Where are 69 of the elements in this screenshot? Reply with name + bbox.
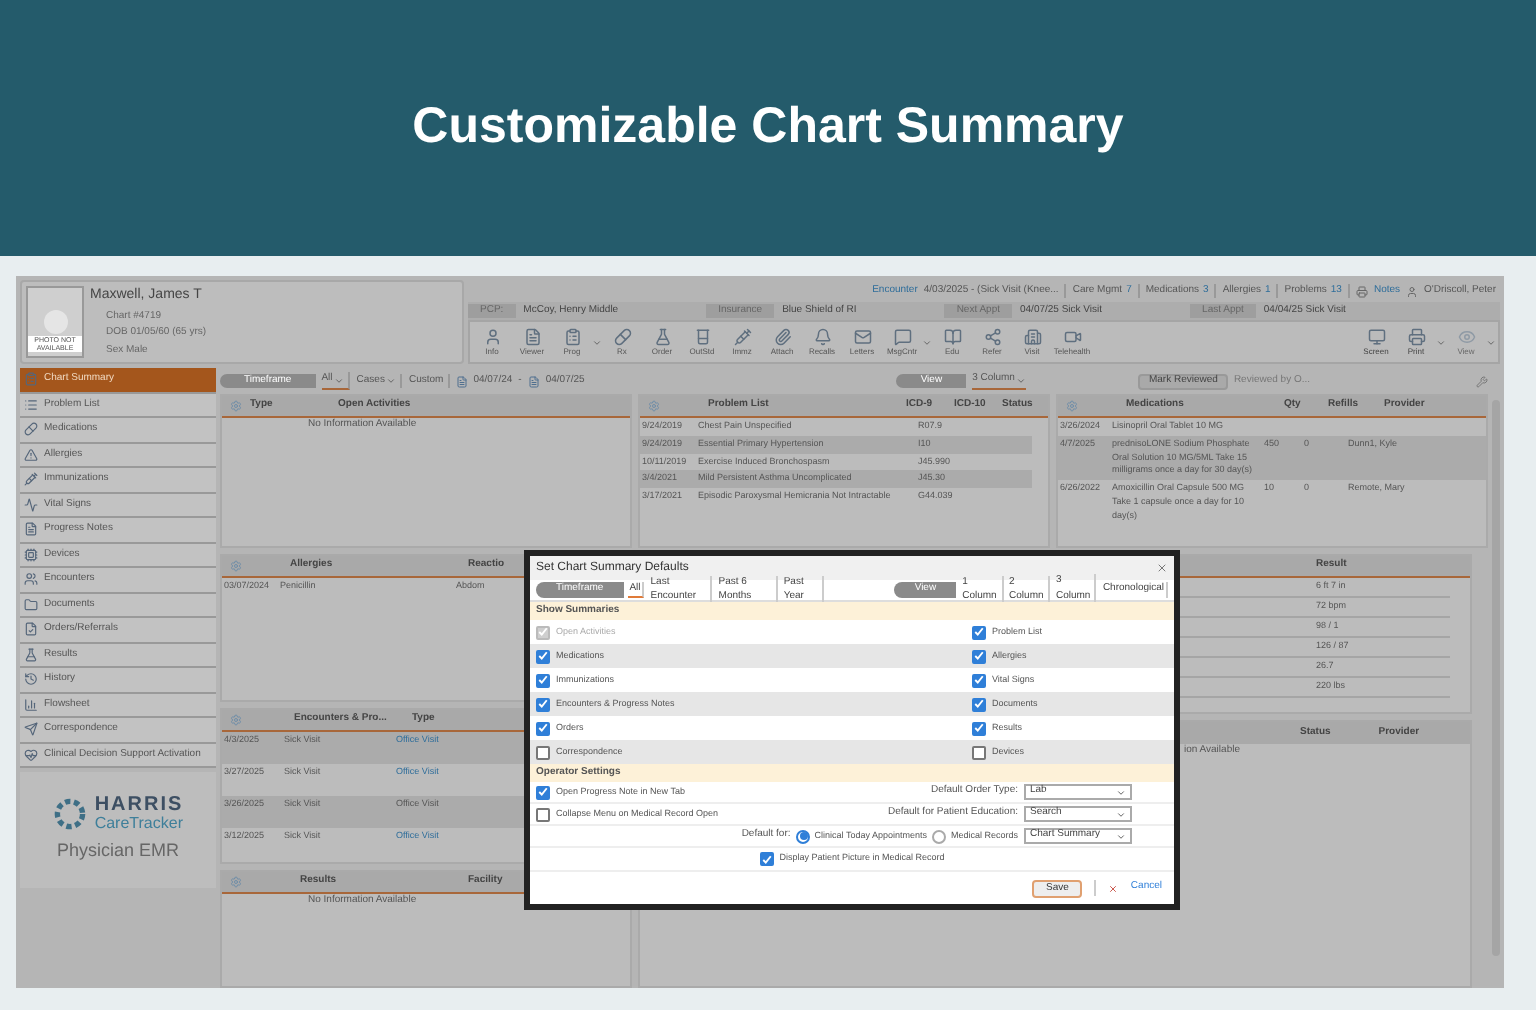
radio-button[interactable] <box>932 829 947 843</box>
message-icon <box>893 327 911 345</box>
printer-icon <box>1407 327 1425 345</box>
person-icon <box>1406 285 1419 297</box>
people-icon <box>24 572 38 587</box>
syringe-icon <box>733 327 751 345</box>
book-icon <box>943 327 961 345</box>
checkbox[interactable] <box>972 721 986 735</box>
flask-icon <box>24 647 38 662</box>
logo-brand: HARRIS <box>94 795 184 814</box>
checkbox[interactable] <box>759 852 774 866</box>
checkbox[interactable] <box>536 697 550 711</box>
caret-icon <box>1116 809 1126 819</box>
caret-icon <box>1016 375 1027 385</box>
swirl-logo-icon <box>52 795 89 832</box>
caret-icon <box>1116 831 1126 841</box>
envelope-icon <box>853 327 871 345</box>
history-icon <box>24 672 38 687</box>
chip-icon <box>24 547 38 562</box>
checkbox[interactable] <box>536 745 550 759</box>
checkbox[interactable] <box>536 649 550 663</box>
paperclip-icon <box>773 327 791 345</box>
banner-title: Customizable Chart Summary <box>412 96 1124 159</box>
checkbox[interactable] <box>536 807 550 821</box>
send-icon <box>24 722 38 737</box>
checkbox[interactable] <box>536 785 550 799</box>
eye-icon <box>1457 327 1475 345</box>
clipboard-icon <box>24 372 38 387</box>
folder-icon <box>24 597 38 612</box>
person-icon <box>483 327 501 345</box>
logo-edition: Physician EMR <box>56 837 180 864</box>
beaker-icon <box>693 327 711 345</box>
checkbox[interactable] <box>536 721 550 735</box>
checkbox[interactable] <box>972 697 986 711</box>
checkbox[interactable] <box>536 673 550 687</box>
logo-product: CareTracker <box>94 813 184 832</box>
camera-icon <box>1063 327 1081 345</box>
caret-icon <box>386 376 397 386</box>
heart-icon <box>24 747 38 762</box>
caret-icon <box>334 375 345 385</box>
clipboard-icon <box>563 327 581 345</box>
wrench-icon[interactable] <box>1476 375 1488 387</box>
close-icon[interactable] <box>1156 562 1168 574</box>
share-icon <box>983 327 1001 345</box>
building-icon <box>1023 327 1041 345</box>
document-icon <box>24 522 38 537</box>
warning-icon <box>24 447 38 462</box>
list-icon <box>24 397 38 412</box>
monitor-icon <box>1367 327 1385 345</box>
pill-icon <box>613 327 631 345</box>
silhouette-icon <box>43 310 67 334</box>
caret-icon <box>1116 787 1126 797</box>
checkbox[interactable] <box>972 625 986 639</box>
caret-icon[interactable] <box>1436 337 1446 347</box>
radio-button[interactable] <box>796 829 811 843</box>
checkbox[interactable] <box>972 673 986 687</box>
pulse-icon <box>24 497 38 512</box>
printer-icon[interactable] <box>1355 285 1368 297</box>
syringe-icon <box>24 472 38 487</box>
caret-icon[interactable] <box>922 337 932 347</box>
flask-icon <box>653 327 671 345</box>
checkbox[interactable] <box>972 649 986 663</box>
caret-icon[interactable] <box>592 337 602 347</box>
checkbox[interactable] <box>972 745 986 759</box>
chart-icon <box>24 697 38 712</box>
pill-icon <box>24 422 38 437</box>
file-check-icon <box>24 622 38 637</box>
bell-icon <box>813 327 831 345</box>
document-icon <box>523 327 541 345</box>
